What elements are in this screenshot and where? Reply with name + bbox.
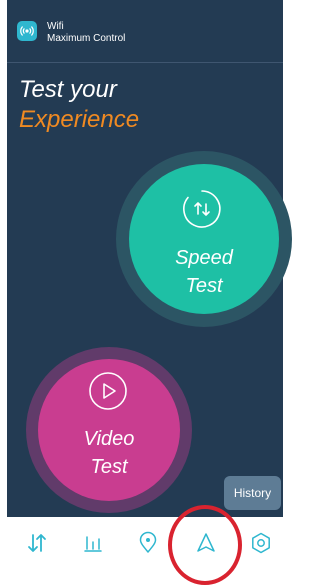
hexagon-settings-icon[interactable] — [246, 528, 276, 558]
header-divider — [7, 62, 283, 63]
play-icon — [86, 369, 130, 413]
bottom-nav — [7, 517, 283, 585]
speed-arrows-icon[interactable] — [22, 528, 52, 558]
hero-subtitle: Experience — [19, 106, 140, 133]
video-test-label-2: Test — [90, 456, 128, 478]
app-screen: Wifi Maximum Control Test your Experienc… — [0, 0, 292, 585]
refresh-arrows-icon — [179, 186, 225, 232]
video-test-button[interactable]: Video Test — [38, 359, 180, 501]
history-button[interactable]: History — [224, 476, 281, 510]
video-test-label-1: Video — [83, 428, 135, 450]
stats-bars-icon[interactable] — [78, 528, 108, 558]
app-name: Wifi — [47, 21, 64, 32]
speed-test-label-1: Speed — [175, 247, 233, 269]
hero-title: Test your — [19, 76, 117, 103]
location-pin-icon[interactable] — [133, 528, 163, 558]
highlight-circle — [168, 505, 242, 585]
app-subtitle: Maximum Control — [47, 33, 126, 44]
speed-test-label-2: Test — [185, 275, 223, 297]
wifi-signal-icon — [17, 21, 37, 41]
app-header: Wifi Maximum Control — [7, 12, 283, 56]
speed-test-button[interactable]: Speed Test — [129, 164, 279, 314]
main-panel: Wifi Maximum Control Test your Experienc… — [7, 0, 292, 517]
